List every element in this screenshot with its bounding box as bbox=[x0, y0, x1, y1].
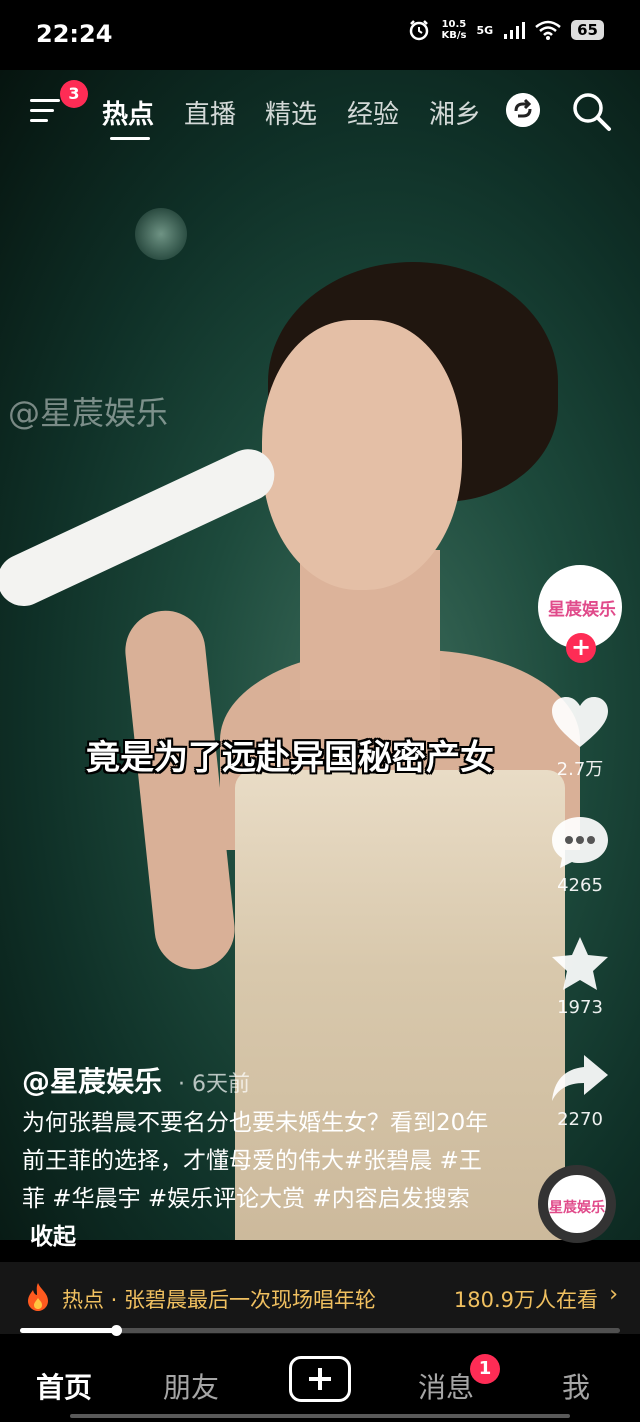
network-type-label: 5G bbox=[476, 23, 494, 37]
home-indicator bbox=[70, 1414, 570, 1418]
hot-topic-bar[interactable]: 热点 · 张碧晨最后一次现场唱年轮 180.9万人在看 › bbox=[0, 1262, 640, 1334]
post-time: · 6天前 bbox=[178, 1072, 250, 1097]
chevron-right-icon: › bbox=[609, 1282, 618, 1307]
nav-friends[interactable]: 朋友 bbox=[163, 1366, 219, 1406]
battery-indicator: 65 bbox=[571, 20, 604, 40]
network-speed-value: 10.5 bbox=[441, 19, 467, 30]
favorite-button[interactable]: 1973 bbox=[538, 935, 622, 1018]
hot-topic-text: 热点 · 张碧晨最后一次现场唱年轮 bbox=[62, 1288, 377, 1312]
tab-featured[interactable]: 精选 bbox=[265, 94, 317, 131]
like-count: 2.7万 bbox=[556, 759, 604, 780]
comment-icon bbox=[552, 817, 608, 868]
status-time: 22:24 bbox=[36, 20, 113, 48]
top-nav: 3 热点 直播 精选 经验 湘乡 bbox=[0, 80, 640, 150]
active-tab-indicator bbox=[110, 137, 150, 140]
singer-face bbox=[262, 320, 462, 590]
comment-count: 4265 bbox=[557, 875, 603, 896]
bottom-nav: 首页 朋友 消息 1 我 bbox=[0, 1338, 640, 1422]
collapse-button[interactable]: 收起 bbox=[30, 1224, 76, 1250]
tab-experience[interactable]: 经验 bbox=[347, 94, 399, 131]
nav-me[interactable]: 我 bbox=[562, 1366, 590, 1406]
progress-fill bbox=[20, 1328, 116, 1333]
status-icons: 10.5 KB/s 5G 65 bbox=[407, 18, 604, 42]
comment-button[interactable]: 4265 bbox=[538, 815, 622, 896]
avatar-text: 星莀娱乐 bbox=[548, 600, 616, 620]
menu-badge: 3 bbox=[60, 80, 88, 108]
refresh-icon[interactable] bbox=[506, 93, 540, 127]
nav-home[interactable]: 首页 bbox=[36, 1366, 92, 1406]
tab-local[interactable]: 湘乡 bbox=[429, 94, 481, 131]
video-progress-bar[interactable] bbox=[20, 1325, 620, 1336]
share-button[interactable]: 2270 bbox=[538, 1053, 622, 1130]
menu-button[interactable] bbox=[30, 95, 64, 125]
author-line: @星莀娱乐 · 6天前 bbox=[22, 1060, 250, 1100]
post-description: 为何张碧晨不要名分也要未婚生女？看到20年前王菲的选择，才懂母爱的伟大#张碧晨 … bbox=[22, 1104, 492, 1256]
microphone bbox=[0, 440, 283, 615]
create-button[interactable] bbox=[289, 1356, 351, 1402]
tab-hot[interactable]: 热点 bbox=[102, 94, 154, 131]
network-type: 5G bbox=[476, 24, 493, 37]
description-text: 为何张碧晨不要名分也要未婚生女？看到20年前王菲的选择，才懂母爱的伟大#张碧晨 … bbox=[22, 1110, 489, 1212]
alarm-icon bbox=[410, 20, 429, 41]
network-speed: 10.5 KB/s bbox=[441, 19, 466, 41]
status-bar: 22:24 10.5 KB/s 5G 65 bbox=[0, 0, 640, 70]
favorite-count: 1973 bbox=[557, 997, 603, 1018]
heart-icon bbox=[552, 697, 608, 747]
fire-icon bbox=[28, 1283, 48, 1311]
music-disc-text: 星莀娱乐 bbox=[549, 1200, 605, 1216]
star-icon bbox=[552, 937, 608, 990]
signal-icon bbox=[504, 22, 526, 39]
author-name[interactable]: @星莀娱乐 bbox=[22, 1060, 162, 1100]
hot-viewer-count: 180.9万人在看 bbox=[453, 1288, 598, 1312]
network-speed-unit: KB/s bbox=[441, 30, 467, 41]
video-watermark: @星莀娱乐 bbox=[8, 394, 169, 432]
like-button[interactable]: 2.7万 bbox=[538, 695, 622, 781]
nav-messages[interactable]: 消息 bbox=[418, 1366, 474, 1406]
search-icon[interactable] bbox=[570, 90, 614, 134]
share-icon bbox=[552, 1055, 608, 1101]
share-count: 2270 bbox=[557, 1109, 603, 1130]
tab-live[interactable]: 直播 bbox=[184, 94, 236, 131]
messages-badge: 1 bbox=[470, 1354, 500, 1384]
follow-button[interactable]: + bbox=[566, 633, 596, 663]
wifi-icon bbox=[535, 20, 561, 40]
music-disc[interactable]: 星莀娱乐 bbox=[538, 1165, 616, 1243]
light-bokeh bbox=[135, 208, 187, 260]
progress-handle[interactable] bbox=[111, 1325, 122, 1336]
